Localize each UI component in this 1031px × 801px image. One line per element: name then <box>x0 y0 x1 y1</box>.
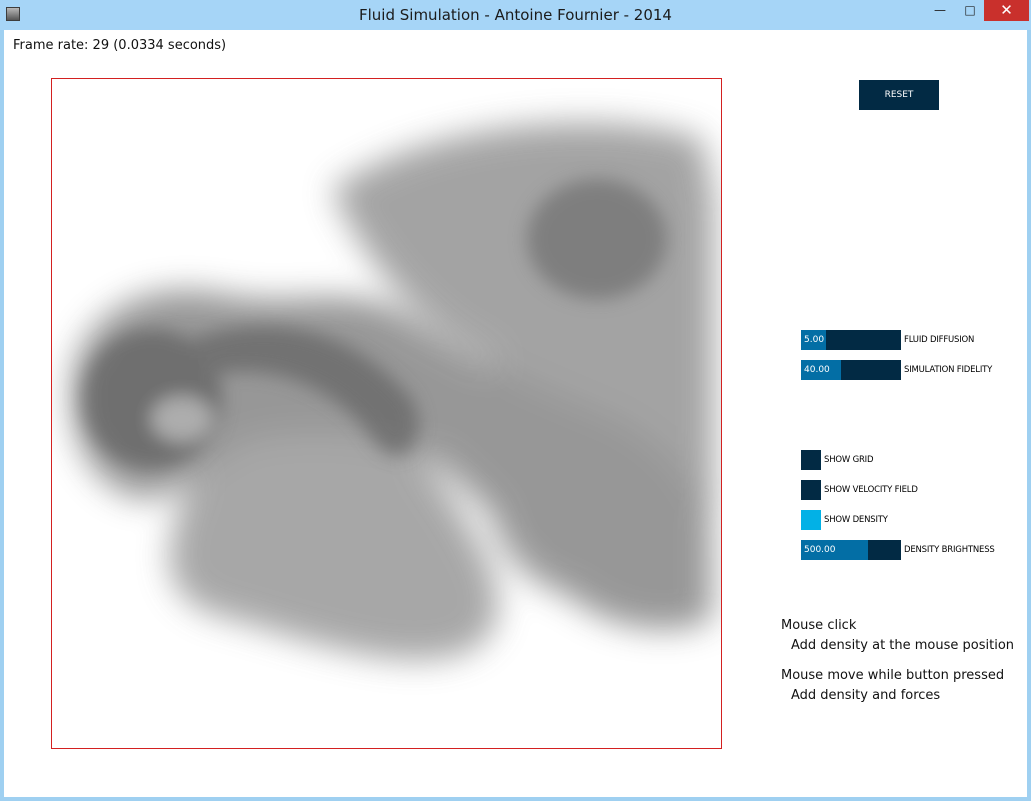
help-drag-desc: Add density and forces <box>791 688 941 703</box>
help-drag-title: Mouse move while button pressed <box>781 668 1005 683</box>
help-click-desc: Add density at the mouse position <box>791 638 1015 653</box>
app-canvas: Frame rate: 29 (0.0334 seconds) RESET 5.… <box>4 30 1027 797</box>
density-brightness-slider[interactable]: 500.00 <box>801 540 901 560</box>
title-bar[interactable]: Fluid Simulation - Antoine Fournier - 20… <box>0 0 1031 30</box>
frame-rate-text: Frame rate: 29 (0.0334 seconds) <box>13 38 227 53</box>
simulation-fidelity-label: SIMULATION FIDELITY <box>904 365 993 375</box>
help-click-title: Mouse click <box>781 618 857 633</box>
slider-value: 500.00 <box>804 545 836 555</box>
reset-button[interactable]: RESET <box>859 80 939 110</box>
show-density-toggle[interactable] <box>801 510 821 530</box>
simulation-area[interactable] <box>51 78 722 749</box>
minimize-button[interactable]: — <box>925 0 955 21</box>
simulation-fidelity-slider[interactable]: 40.00 <box>801 360 901 380</box>
slider-value: 5.00 <box>804 335 825 345</box>
density-field <box>71 123 714 660</box>
show-velocity-field-toggle[interactable] <box>801 480 821 500</box>
density-brightness-label: DENSITY BRIGHTNESS <box>904 545 995 555</box>
fluid-diffusion-slider[interactable]: 5.00 <box>801 330 901 350</box>
show-grid-toggle[interactable] <box>801 450 821 470</box>
window-title: Fluid Simulation - Antoine Fournier - 20… <box>359 6 672 24</box>
show-grid-label: SHOW GRID <box>824 455 874 465</box>
slider-value: 40.00 <box>804 365 830 375</box>
close-button[interactable]: ✕ <box>984 0 1029 21</box>
show-velocity-field-label: SHOW VELOCITY FIELD <box>824 485 918 495</box>
maximize-button[interactable]: □ <box>955 0 985 21</box>
show-density-label: SHOW DENSITY <box>824 515 888 525</box>
fluid-diffusion-label: FLUID DIFFUSION <box>904 335 975 345</box>
